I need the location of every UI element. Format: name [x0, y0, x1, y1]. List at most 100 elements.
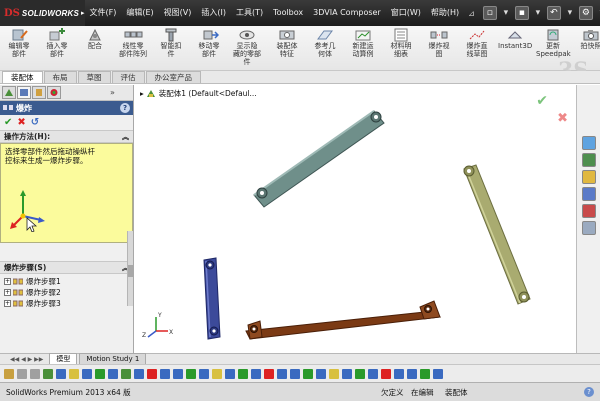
expand-plus-icon[interactable]: +: [4, 289, 11, 296]
panel-expand-icon[interactable]: »: [110, 88, 115, 97]
menu-help[interactable]: 帮助(H): [426, 0, 464, 26]
list-item[interactable]: + 爆炸步骤2: [4, 287, 133, 298]
rebuild-icon[interactable]: ⚙: [578, 6, 593, 20]
exploded-view-button[interactable]: 爆炸视 图: [420, 26, 458, 70]
tab-layout[interactable]: 布局: [43, 71, 77, 83]
bill-of-materials-button[interactable]: 材料明 细表: [382, 26, 420, 70]
tab-scroll-arrows-icon[interactable]: ◀◀ ◀ ▶ ▶▶: [10, 356, 43, 363]
how-to-section-header[interactable]: 操作方法(H): ︽: [0, 130, 133, 143]
tool-icon[interactable]: [238, 368, 248, 379]
menu-window[interactable]: 窗口(W): [386, 0, 426, 26]
tab-sketch[interactable]: 草图: [77, 71, 111, 83]
appearances-icon[interactable]: [582, 204, 596, 218]
link-part-brown[interactable]: [245, 300, 442, 340]
tool-icon[interactable]: [316, 368, 326, 379]
tool-icon[interactable]: [225, 368, 235, 379]
tab-evaluate[interactable]: 评估: [111, 71, 145, 83]
tool-icon[interactable]: [264, 368, 274, 379]
tool-icon[interactable]: [290, 368, 300, 379]
select-filter-icon[interactable]: [4, 368, 14, 379]
tool-icon[interactable]: [56, 368, 66, 379]
file-explorer-icon[interactable]: [582, 170, 596, 184]
graphics-area[interactable]: ▸ 装配体1 (Default<Defaul... ✔ ✖ Y X Z: [134, 85, 576, 353]
display-manager-tab-icon[interactable]: [47, 86, 61, 99]
feature-manager-tab-icon[interactable]: [2, 86, 16, 99]
tool-icon[interactable]: [82, 368, 92, 379]
tool-icon[interactable]: [186, 368, 196, 379]
tool-icon[interactable]: [433, 368, 443, 379]
tool-icon[interactable]: [303, 368, 313, 379]
new-document-icon[interactable]: ▫: [482, 6, 497, 20]
tool-icon[interactable]: [160, 368, 170, 379]
list-item[interactable]: + 爆炸步骤3: [4, 298, 133, 309]
cancel-x-icon[interactable]: ✖: [17, 117, 25, 128]
property-manager-tab-icon[interactable]: [17, 86, 31, 99]
menu-tools[interactable]: 工具(T): [231, 0, 268, 26]
solidworks-logo[interactable]: DS SOLIDWORKS ▸: [0, 0, 85, 26]
mate-button[interactable]: 配合: [76, 26, 114, 70]
tool-icon[interactable]: [108, 368, 118, 379]
tab-assembly[interactable]: 装配体: [2, 71, 43, 83]
instant3d-button[interactable]: Instant3D: [496, 26, 534, 70]
explode-steps-section-header[interactable]: 爆炸步骤(S) ︽: [0, 261, 133, 274]
cursor-icon[interactable]: [30, 368, 40, 379]
tool-icon[interactable]: [355, 368, 365, 379]
smart-fasteners-button[interactable]: 智能扣 件: [152, 26, 190, 70]
expand-plus-icon[interactable]: +: [4, 300, 11, 307]
tab-office-products[interactable]: 办公室产品: [145, 71, 201, 83]
save-icon[interactable]: ▪: [514, 6, 529, 20]
assembly-features-button[interactable]: 装配体 特征: [268, 26, 306, 70]
tool-icon[interactable]: [95, 368, 105, 379]
tool-icon[interactable]: [251, 368, 261, 379]
tool-icon[interactable]: [199, 368, 209, 379]
pin-icon[interactable]: ⊿: [464, 9, 479, 18]
menu-view[interactable]: 视图(V): [159, 0, 197, 26]
explode-line-sketch-button[interactable]: 爆炸直 线草图: [458, 26, 496, 70]
panel-scrollbar[interactable]: [127, 231, 133, 306]
tool-icon[interactable]: [212, 368, 222, 379]
configuration-manager-tab-icon[interactable]: [32, 86, 46, 99]
help-icon[interactable]: ?: [120, 103, 130, 113]
tool-icon[interactable]: [329, 368, 339, 379]
undo-arrow-icon[interactable]: ↺: [31, 117, 39, 128]
menu-file[interactable]: 文件(F): [85, 0, 122, 26]
reference-geometry-button[interactable]: 参考几 何体: [306, 26, 344, 70]
insert-component-button[interactable]: 插入零 部件: [38, 26, 76, 70]
tool-icon[interactable]: [277, 368, 287, 379]
options-icon[interactable]: ▾: [595, 6, 600, 20]
tool-icon[interactable]: [121, 368, 131, 379]
tool-icon[interactable]: [394, 368, 404, 379]
edit-component-button[interactable]: 编辑零 部件: [0, 26, 38, 70]
tool-icon[interactable]: [69, 368, 79, 379]
select-icon[interactable]: ▾: [563, 6, 577, 20]
tool-icon[interactable]: [147, 368, 157, 379]
open-icon[interactable]: ▾: [499, 6, 513, 20]
tool-icon[interactable]: [173, 368, 183, 379]
new-motion-study-button[interactable]: 新建运 动算例: [344, 26, 382, 70]
filter-dropdown-icon[interactable]: [17, 368, 27, 379]
linear-pattern-button[interactable]: 线性零 部件阵列: [114, 26, 152, 70]
undo-icon[interactable]: ↶: [546, 6, 561, 20]
resources-icon[interactable]: [582, 136, 596, 150]
help-icon[interactable]: ?: [584, 387, 594, 397]
view-palette-icon[interactable]: [582, 187, 596, 201]
expand-plus-icon[interactable]: +: [4, 278, 11, 285]
custom-properties-icon[interactable]: [582, 221, 596, 235]
move-component-button[interactable]: 移动零 部件: [190, 26, 228, 70]
tool-icon[interactable]: [342, 368, 352, 379]
show-hidden-components-button[interactable]: 显示隐 藏的零部件: [228, 26, 266, 70]
list-item[interactable]: + 爆炸步骤1: [4, 276, 133, 287]
link-part-teal[interactable]: [253, 110, 385, 208]
tool-icon[interactable]: [420, 368, 430, 379]
design-library-icon[interactable]: [582, 153, 596, 167]
menu-toolbox[interactable]: Toolbox: [268, 0, 308, 26]
tool-icon[interactable]: [407, 368, 417, 379]
ok-checkmark-icon[interactable]: ✔: [4, 117, 12, 128]
tool-icon[interactable]: [43, 368, 53, 379]
tool-icon[interactable]: [381, 368, 391, 379]
tool-icon[interactable]: [134, 368, 144, 379]
link-part-olive[interactable]: [463, 164, 531, 305]
collapse-chevron-icon[interactable]: ︽: [122, 132, 129, 142]
menu-3dvia[interactable]: 3DVIA Composer: [308, 0, 386, 26]
menu-insert[interactable]: 插入(I): [196, 0, 231, 26]
